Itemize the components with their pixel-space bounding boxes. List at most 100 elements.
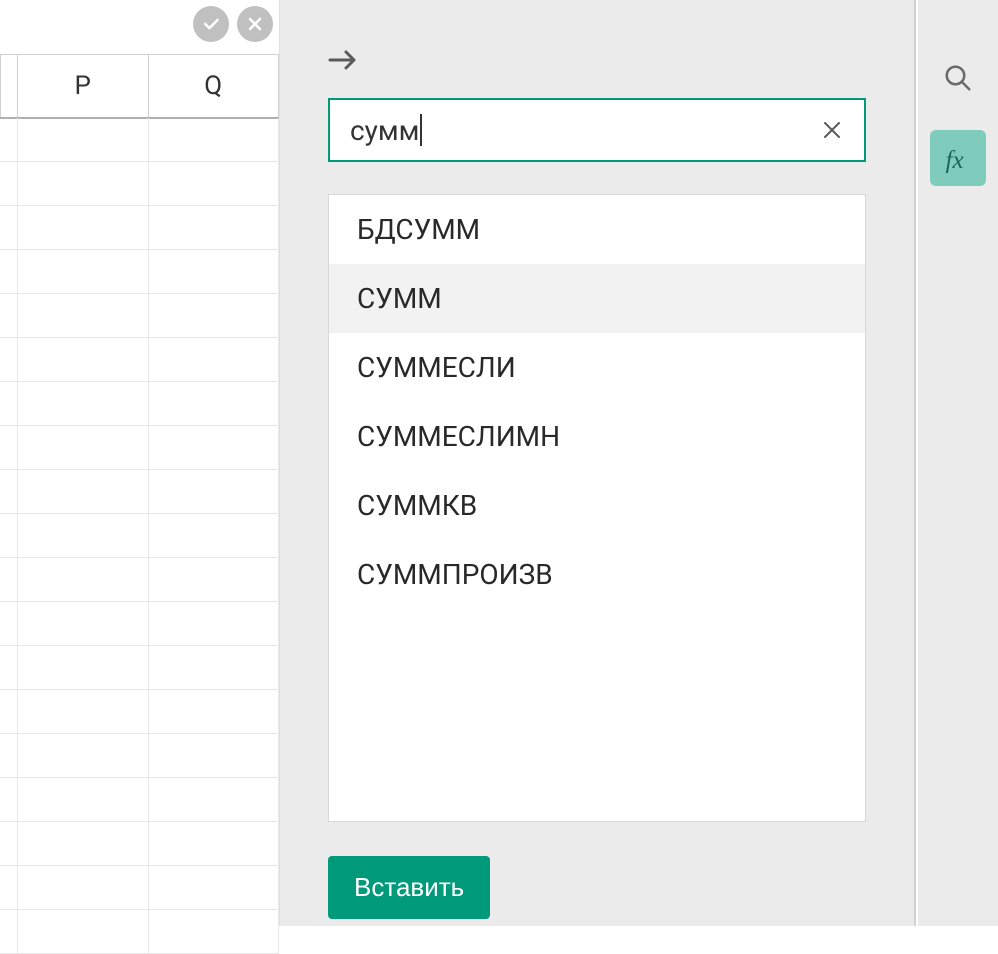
grid-cell[interactable]: [18, 426, 149, 469]
grid-cell[interactable]: [149, 602, 280, 645]
rows-area: [0, 118, 279, 926]
table-row: [0, 206, 279, 250]
row-gutter-cell[interactable]: [0, 162, 18, 205]
grid-cell[interactable]: [18, 162, 149, 205]
grid-cell[interactable]: [149, 778, 280, 821]
table-row: [0, 602, 279, 646]
grid-cell[interactable]: [149, 734, 280, 777]
grid-cell[interactable]: [149, 910, 280, 953]
function-panel: сумм БДСУММСУММСУММЕСЛИСУММЕСЛИМНСУММКВС…: [280, 0, 916, 926]
function-search-input[interactable]: [422, 114, 820, 146]
grid-cell[interactable]: [18, 602, 149, 645]
grid-cell[interactable]: [149, 206, 280, 249]
grid-cell[interactable]: [18, 470, 149, 513]
grid-cell[interactable]: [149, 558, 280, 601]
row-gutter-cell[interactable]: [0, 206, 18, 249]
row-gutter-cell[interactable]: [0, 866, 18, 909]
table-row: [0, 338, 279, 382]
grid-cell[interactable]: [18, 294, 149, 337]
table-row: [0, 778, 279, 822]
function-result-item[interactable]: СУММ: [329, 264, 865, 333]
column-header-gutter[interactable]: [0, 55, 18, 117]
grid-cell[interactable]: [18, 558, 149, 601]
formula-bar-controls: [193, 6, 273, 42]
grid-cell[interactable]: [18, 382, 149, 425]
grid-cell[interactable]: [18, 250, 149, 293]
row-gutter-cell[interactable]: [0, 470, 18, 513]
grid-cell[interactable]: [149, 822, 280, 865]
row-gutter-cell[interactable]: [0, 382, 18, 425]
grid-cell[interactable]: [149, 514, 280, 557]
table-row: [0, 250, 279, 294]
row-gutter-cell[interactable]: [0, 514, 18, 557]
grid-cell[interactable]: [18, 910, 149, 953]
function-result-item[interactable]: СУММПРОИЗВ: [329, 540, 865, 609]
function-result-item[interactable]: СУММЕСЛИМН: [329, 402, 865, 471]
search-tool-button[interactable]: [930, 50, 986, 106]
function-result-item[interactable]: СУММЕСЛИ: [329, 333, 865, 402]
grid-cell[interactable]: [18, 338, 149, 381]
grid-cell[interactable]: [149, 294, 280, 337]
function-results-list: БДСУММСУММСУММЕСЛИСУММЕСЛИМНСУММКВСУММПР…: [328, 194, 866, 822]
grid-cell[interactable]: [18, 866, 149, 909]
collapse-panel-button[interactable]: [328, 48, 866, 76]
function-search-wrap[interactable]: сумм: [328, 98, 866, 162]
row-gutter-cell[interactable]: [0, 426, 18, 469]
check-icon: [201, 14, 221, 34]
table-row: [0, 822, 279, 866]
grid-cell[interactable]: [18, 734, 149, 777]
cancel-icon[interactable]: [237, 6, 273, 42]
row-gutter-cell[interactable]: [0, 338, 18, 381]
row-gutter-cell[interactable]: [0, 118, 18, 161]
grid-cell[interactable]: [149, 646, 280, 689]
close-icon: [820, 118, 844, 142]
row-gutter-cell[interactable]: [0, 690, 18, 733]
accept-icon[interactable]: [193, 6, 229, 42]
right-toolbar: fx: [918, 0, 998, 926]
grid-cell[interactable]: [149, 866, 280, 909]
row-gutter-cell[interactable]: [0, 822, 18, 865]
row-gutter-cell[interactable]: [0, 558, 18, 601]
clear-search-button[interactable]: [820, 118, 844, 142]
arrow-right-icon: [328, 48, 358, 72]
table-row: [0, 690, 279, 734]
grid-cell[interactable]: [18, 646, 149, 689]
grid-cell[interactable]: [18, 690, 149, 733]
grid-cell[interactable]: [149, 250, 280, 293]
row-gutter-cell[interactable]: [0, 602, 18, 645]
table-row: [0, 470, 279, 514]
grid-cell[interactable]: [18, 514, 149, 557]
row-gutter-cell[interactable]: [0, 294, 18, 337]
function-tool-button[interactable]: fx: [930, 130, 986, 186]
column-headers: P Q: [0, 54, 279, 119]
function-result-item[interactable]: СУММКВ: [329, 471, 865, 540]
search-icon: [943, 63, 973, 93]
grid-cell[interactable]: [149, 382, 280, 425]
row-gutter-cell[interactable]: [0, 646, 18, 689]
grid-cell[interactable]: [18, 822, 149, 865]
row-gutter-cell[interactable]: [0, 250, 18, 293]
grid-cell[interactable]: [149, 470, 280, 513]
row-gutter-cell[interactable]: [0, 778, 18, 821]
svg-text:fx: fx: [946, 147, 964, 173]
function-search-input-text[interactable]: сумм: [350, 114, 419, 147]
column-header-p[interactable]: P: [18, 55, 149, 117]
grid-cell[interactable]: [149, 426, 280, 469]
grid-cell[interactable]: [18, 206, 149, 249]
table-row: [0, 426, 279, 470]
grid-cell[interactable]: [149, 338, 280, 381]
grid-cell[interactable]: [18, 118, 149, 161]
function-result-item[interactable]: БДСУММ: [329, 195, 865, 264]
row-gutter-cell[interactable]: [0, 734, 18, 777]
grid-cell[interactable]: [149, 162, 280, 205]
column-header-q[interactable]: Q: [149, 55, 280, 117]
insert-button[interactable]: Вставить: [328, 856, 490, 919]
table-row: [0, 558, 279, 602]
fx-icon: fx: [943, 143, 973, 173]
table-row: [0, 294, 279, 338]
table-row: [0, 866, 279, 910]
grid-cell[interactable]: [149, 118, 280, 161]
grid-cell[interactable]: [149, 690, 280, 733]
grid-cell[interactable]: [18, 778, 149, 821]
row-gutter-cell[interactable]: [0, 910, 18, 953]
